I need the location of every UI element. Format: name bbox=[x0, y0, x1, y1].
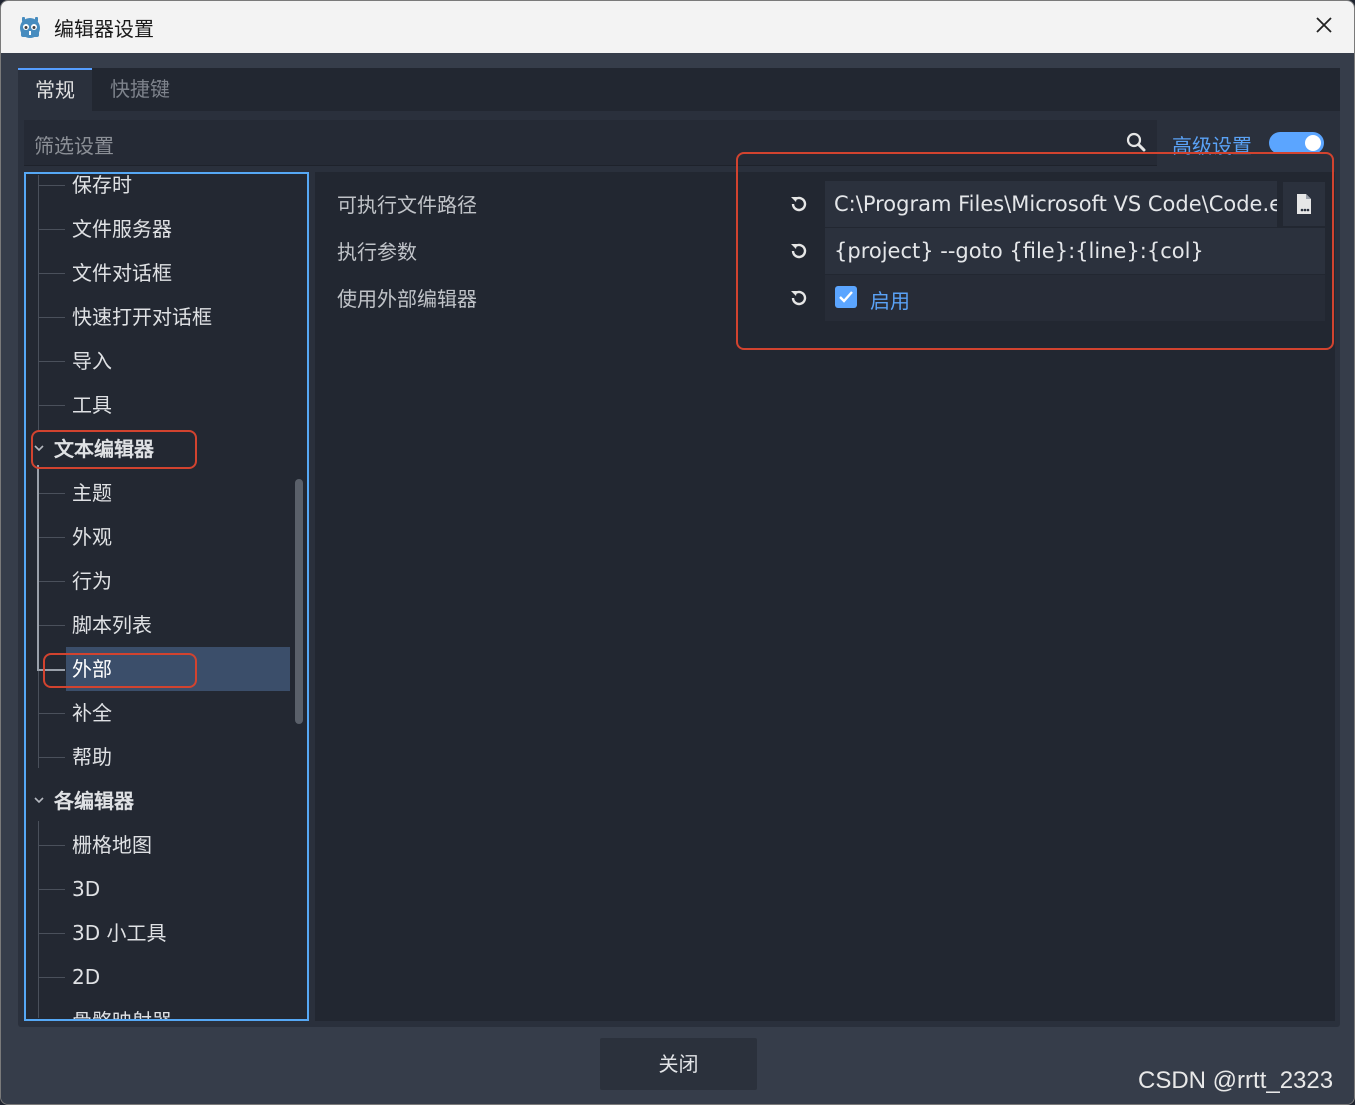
title-bar: 编辑器设置 bbox=[1, 1, 1354, 53]
tree-branch bbox=[39, 889, 65, 890]
tree-branch bbox=[39, 713, 65, 714]
tree-branch bbox=[39, 845, 65, 846]
tree-branch bbox=[39, 625, 65, 626]
tree-item-3d-gizmos[interactable]: 3D 小工具 bbox=[72, 911, 166, 955]
tree-line bbox=[38, 821, 39, 1018]
prop-label-exec-path: 可执行文件路径 bbox=[337, 193, 477, 217]
check-icon bbox=[839, 291, 853, 303]
browse-file-button[interactable] bbox=[1283, 182, 1325, 226]
tree-branch bbox=[39, 317, 65, 318]
revert-icon[interactable] bbox=[787, 286, 811, 310]
revert-icon[interactable] bbox=[787, 239, 811, 263]
exec-path-field[interactable]: C:\Program Files\Microsoft VS Code\Code.… bbox=[825, 181, 1277, 227]
tree-branch bbox=[39, 977, 65, 978]
tree-item-3d[interactable]: 3D bbox=[72, 867, 100, 911]
tree-line bbox=[37, 465, 39, 671]
tree-branch bbox=[39, 273, 65, 274]
tree-item-theme[interactable]: 主题 bbox=[72, 471, 112, 515]
tree-item-appearance[interactable]: 外观 bbox=[72, 515, 112, 559]
exec-flags-field[interactable]: {project} --goto {file}:{line}:{col} bbox=[825, 228, 1325, 274]
close-icon[interactable] bbox=[1312, 13, 1336, 37]
tree-branch bbox=[39, 581, 65, 582]
tree-item-quick-open-dialog[interactable]: 快速打开对话框 bbox=[72, 295, 212, 339]
tree-branch bbox=[39, 757, 65, 758]
tree-item-file-server[interactable]: 文件服务器 bbox=[72, 207, 172, 251]
filter-placeholder: 筛选设置 bbox=[34, 134, 114, 158]
tab-general[interactable]: 常规 bbox=[18, 68, 92, 111]
tree-item-on-save[interactable]: 保存时 bbox=[72, 163, 132, 207]
tree-section-editors[interactable]: 各编辑器 bbox=[54, 779, 134, 823]
revert-icon[interactable] bbox=[787, 192, 811, 216]
tree-branch bbox=[37, 669, 65, 671]
tab-bar: 常规 快捷键 bbox=[18, 68, 1340, 111]
tree-scrollbar-thumb[interactable] bbox=[295, 479, 303, 724]
tree-branch bbox=[39, 361, 65, 362]
window-title: 编辑器设置 bbox=[54, 17, 154, 41]
watermark: CSDN @rrtt_2323 bbox=[1138, 1067, 1334, 1094]
tree-branch bbox=[39, 185, 65, 186]
tree-item-completion[interactable]: 补全 bbox=[72, 691, 112, 735]
prop-label-exec-flags: 执行参数 bbox=[337, 240, 417, 264]
close-button[interactable]: 关闭 bbox=[600, 1038, 757, 1090]
advanced-settings-label[interactable]: 高级设置 bbox=[1172, 130, 1252, 159]
search-icon[interactable] bbox=[1125, 131, 1147, 153]
tree-branch bbox=[39, 537, 65, 538]
godot-logo-icon bbox=[20, 17, 40, 38]
enable-label[interactable]: 启用 bbox=[870, 285, 910, 314]
tree-branch bbox=[39, 493, 65, 494]
tree-branch bbox=[39, 229, 65, 230]
tree-section-text-editor[interactable]: 文本编辑器 bbox=[54, 427, 154, 471]
tree-item-bone-mapper[interactable]: 骨骼映射器 bbox=[72, 1009, 172, 1019]
tree-item-file-dialog[interactable]: 文件对话框 bbox=[72, 251, 172, 295]
tree-branch bbox=[39, 933, 65, 934]
chevron-down-icon[interactable] bbox=[33, 442, 45, 454]
tree-item-tools[interactable]: 工具 bbox=[72, 383, 112, 427]
tree-item-script-list[interactable]: 脚本列表 bbox=[72, 603, 152, 647]
tab-shortcuts[interactable]: 快捷键 bbox=[93, 68, 187, 111]
tree-item-behavior[interactable]: 行为 bbox=[72, 559, 112, 603]
use-external-editor-checkbox[interactable] bbox=[835, 286, 857, 308]
toggle-knob bbox=[1305, 135, 1321, 151]
tree-clip: 骨骼映射器 bbox=[28, 1009, 296, 1019]
advanced-settings-toggle[interactable] bbox=[1269, 132, 1324, 154]
tree-item-import[interactable]: 导入 bbox=[72, 339, 112, 383]
tree-line bbox=[38, 671, 39, 768]
tree-item-external[interactable]: 外部 bbox=[72, 647, 112, 691]
chevron-down-icon[interactable] bbox=[33, 794, 45, 806]
tree-item-gridmap[interactable]: 栅格地图 bbox=[72, 823, 152, 867]
tree-item-help[interactable]: 帮助 bbox=[72, 735, 112, 779]
filter-settings-input[interactable]: 筛选设置 bbox=[24, 120, 1157, 166]
tree-item-2d[interactable]: 2D bbox=[72, 955, 100, 999]
prop-label-use-external-editor: 使用外部编辑器 bbox=[337, 287, 477, 311]
editor-settings-window: 编辑器设置 常规 快捷键 筛选设置 高级设置 保存时 文件服务器 文件对话框 快… bbox=[0, 0, 1355, 1105]
tree-line bbox=[38, 175, 39, 430]
file-icon bbox=[1297, 194, 1311, 214]
tree-branch bbox=[39, 405, 65, 406]
